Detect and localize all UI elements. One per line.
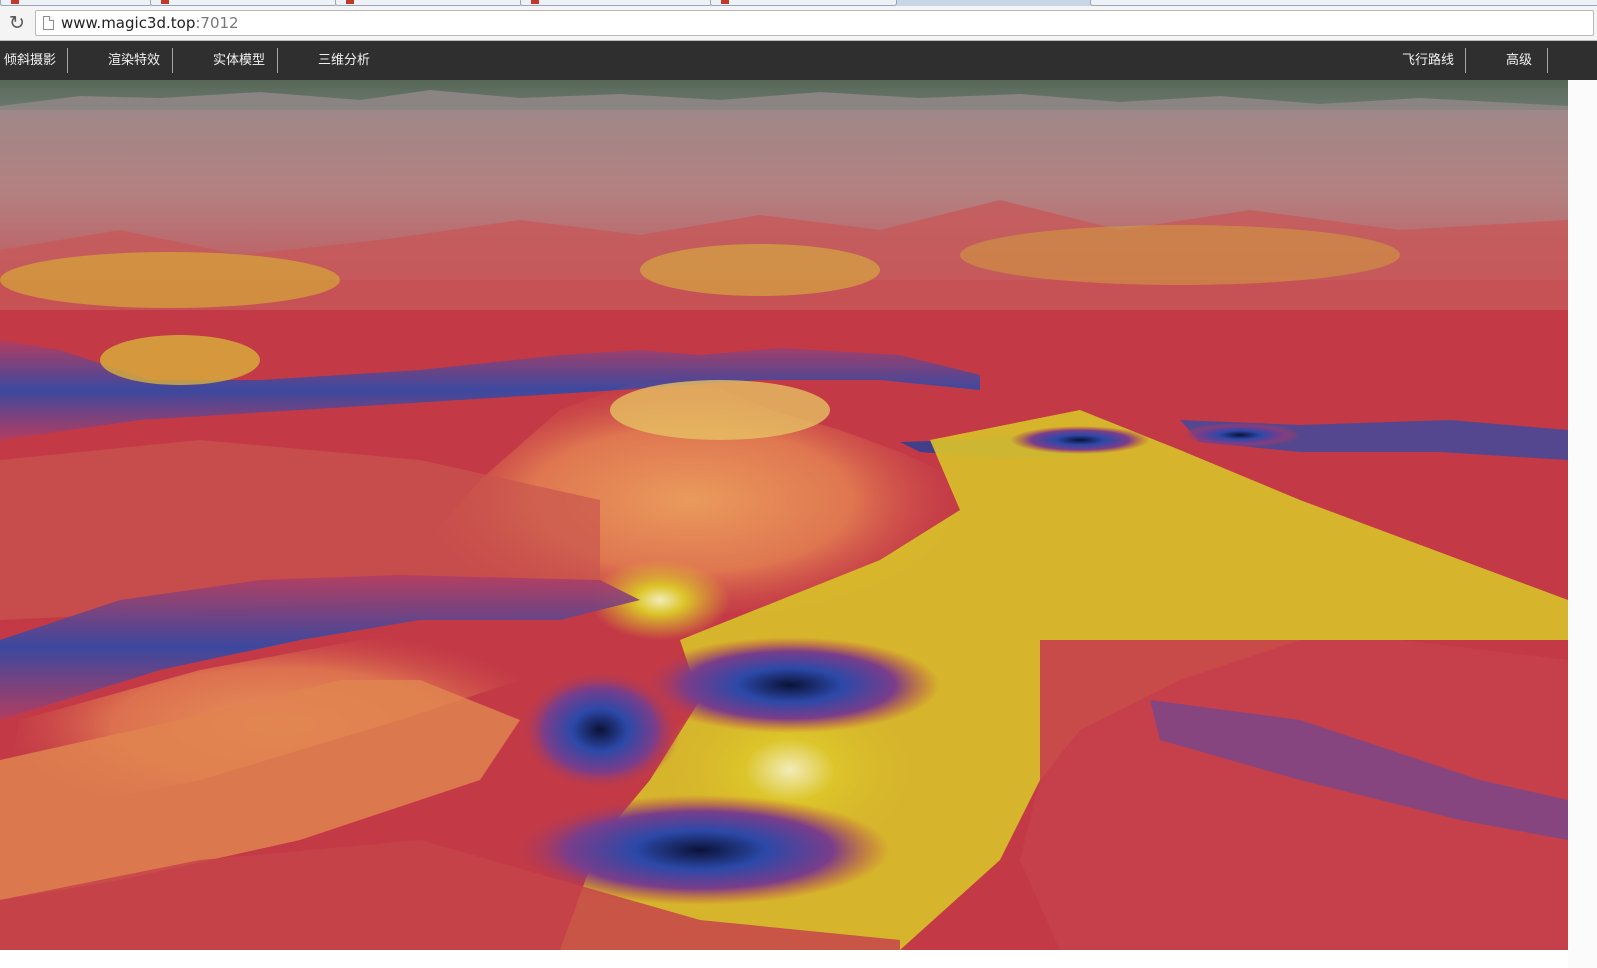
tab-favicon-icon <box>161 0 169 4</box>
nav-item-oblique-photography[interactable]: 倾斜摄影 <box>4 41 56 80</box>
url-host: www.magic3d.top <box>61 14 196 32</box>
terrain-heatmap-canvas[interactable] <box>0 80 1568 950</box>
nav-divider <box>1547 48 1548 73</box>
tab-favicon-icon <box>531 0 539 4</box>
tab-favicon-icon <box>11 0 19 4</box>
peak-highlight <box>610 380 830 440</box>
url-field[interactable]: www.magic3d.top:7012 <box>35 10 1594 36</box>
nav-item-advanced[interactable]: 高级 <box>1506 41 1532 80</box>
nav-item-solid-model[interactable]: 实体模型 <box>213 41 265 80</box>
nav-divider <box>172 48 173 73</box>
nav-divider <box>277 48 278 73</box>
depression-ring <box>1010 426 1150 454</box>
page-icon <box>43 16 54 30</box>
yellow-patch <box>960 225 1400 285</box>
reload-icon[interactable]: ↻ <box>6 12 28 34</box>
bottom-edge-strip <box>0 950 1568 968</box>
tab-favicon-icon <box>346 0 354 4</box>
url-port: :7012 <box>195 14 239 32</box>
address-bar: ↻ www.magic3d.top:7012 <box>0 6 1597 41</box>
right-edge-strip <box>1568 80 1597 968</box>
terrain-3d-viewport[interactable] <box>0 80 1568 950</box>
nav-item-flight-path[interactable]: 飞行路线 <box>1402 41 1454 80</box>
yellow-patch <box>100 335 260 385</box>
yellow-patch <box>0 252 340 308</box>
nav-item-render-effects[interactable]: 渲染特效 <box>108 41 160 80</box>
nav-divider <box>1465 48 1466 73</box>
url-text[interactable]: www.magic3d.top:7012 <box>61 13 239 33</box>
depression-ring <box>520 670 680 790</box>
tab-favicon-icon <box>721 0 729 4</box>
yellow-patch <box>640 244 880 296</box>
top-nav-bar: 倾斜摄影 渲染特效 实体模型 三维分析 飞行路线 高级 <box>0 41 1597 80</box>
depression-ring <box>1180 423 1300 447</box>
depression-ring <box>640 637 940 733</box>
nav-item-3d-analysis[interactable]: 三维分析 <box>318 41 370 80</box>
nav-divider <box>67 48 68 73</box>
